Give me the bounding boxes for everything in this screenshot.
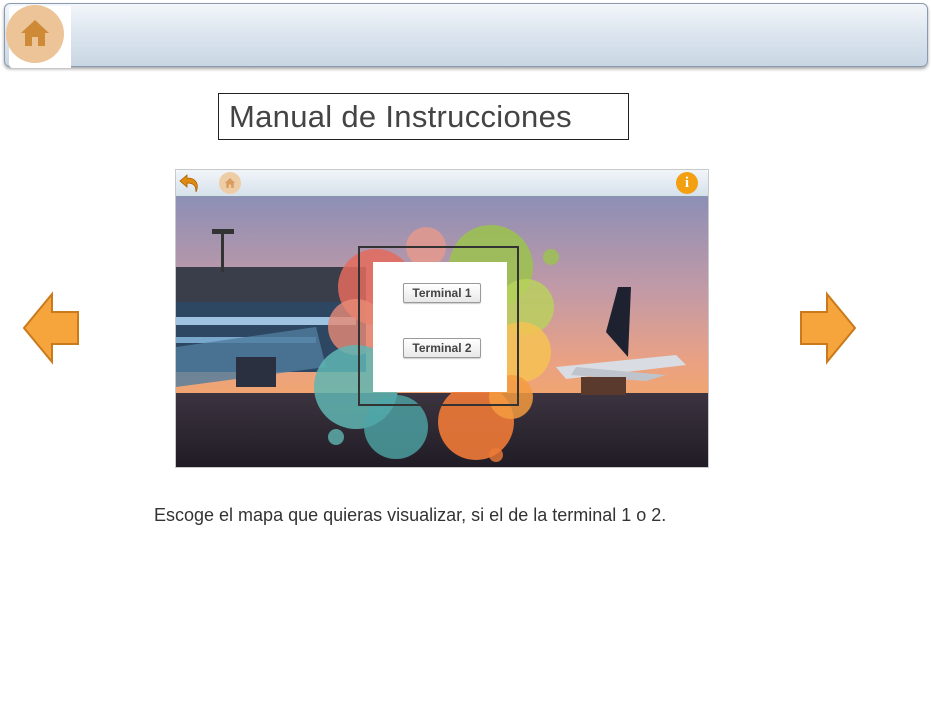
terminal-1-button[interactable]: Terminal 1 xyxy=(403,283,481,303)
instruction-text: Escoge el mapa que quieras visualizar, s… xyxy=(154,505,667,525)
info-icon[interactable]: i xyxy=(676,172,698,194)
terminal-selector-card: Terminal 1 Terminal 2 xyxy=(373,262,507,392)
preview-toolbar: i xyxy=(176,170,708,197)
preview-home-button[interactable] xyxy=(219,172,241,194)
top-bar xyxy=(4,3,928,68)
page-title: Manual de Instrucciones xyxy=(218,93,629,140)
back-arrow-icon[interactable] xyxy=(178,172,202,194)
left-arrow-icon[interactable] xyxy=(22,290,82,366)
right-arrow-icon[interactable] xyxy=(797,290,857,366)
terminal-2-button[interactable]: Terminal 2 xyxy=(403,338,481,358)
home-button[interactable] xyxy=(6,5,64,63)
app-preview: i Terminal 1 Terminal 2 xyxy=(175,169,709,468)
home-icon xyxy=(21,20,49,46)
home-icon xyxy=(224,178,236,188)
